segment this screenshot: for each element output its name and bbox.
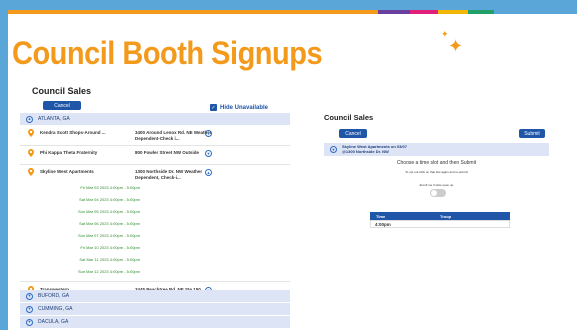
divider <box>20 145 290 146</box>
map-pin-icon <box>28 129 34 137</box>
booth-line-2: @1300 Northside Dr. NW <box>342 148 389 154</box>
divider <box>20 164 290 165</box>
column-header-troop: Troop <box>440 213 452 219</box>
time-slot[interactable]: Sun Mar 12 2023 4:00pm - 5:00pm <box>60 269 140 274</box>
city-label: BUFORD, GA <box>38 293 70 299</box>
location-address: 800 Fowler Street NW Outside <box>135 150 200 155</box>
chevron-up-icon[interactable]: ▲ <box>205 169 212 176</box>
opt-out-instructions: To opt out click on that slot again and … <box>405 170 468 174</box>
hide-unavailable-toggle[interactable]: ✓ Hide Unavailable <box>210 104 268 111</box>
location-name: Phi Kappa Theta Fraternity <box>40 150 98 155</box>
divider <box>20 281 290 282</box>
chevron-down-icon: ▼ <box>26 292 33 300</box>
table-header: Time Troop <box>370 212 510 220</box>
cancel-button[interactable]: Cancel <box>339 129 367 138</box>
top-color-bar <box>8 10 577 14</box>
cancel-button[interactable]: Cancel <box>43 101 81 110</box>
left-heading: Council Sales <box>32 86 92 96</box>
chevron-down-icon: ▼ <box>26 318 33 326</box>
city-label: ATLANTA, GA <box>38 116 70 122</box>
location-name: Skyline West Apartments <box>40 169 94 174</box>
table-row[interactable]: 4:00pm <box>370 220 510 228</box>
city-label: CUMMING, GA <box>38 306 73 312</box>
choose-instructions: Choose a time slot and then Submit <box>396 160 477 166</box>
chevron-up-icon: ▲ <box>26 115 33 123</box>
hide-unavailable-label: Hide Unavailable <box>220 104 269 111</box>
time-slot[interactable]: Sun Mar 05 2023 4:00pm - 5:00pm <box>60 209 140 214</box>
city-row-buford[interactable]: ▼ BUFORD, GA <box>20 290 290 302</box>
time-slot[interactable]: Sat Mar 06 2023 4:00pm - 5:00pm <box>60 221 140 226</box>
toggle-knob <box>431 190 437 196</box>
time-slot[interactable]: Sat Mar 04 2023 4:00pm - 5:00pm <box>60 197 140 202</box>
booth-summary-bar: ▼ Skyline West Apartments on 03/07 @1300… <box>324 143 549 156</box>
page-title: Council Booth Signups <box>12 36 323 72</box>
time-slot[interactable]: Fri Mar 03 2023 4:00pm - 5:00pm <box>60 185 140 190</box>
city-row-atlanta[interactable]: ▲ ATLANTA, GA <box>20 113 290 125</box>
chevron-down-icon[interactable]: ▼ <box>205 150 212 157</box>
submit-button[interactable]: Submit <box>519 129 545 138</box>
list-item[interactable]: Kendra Scott Shops-Around ... 3400 Aroun… <box>20 129 290 149</box>
column-header-time: Time <box>376 213 386 219</box>
time-slot[interactable]: Sun Mar 07 2023 4:00pm - 5:00pm <box>60 233 140 238</box>
city-label: DACULA, GA <box>38 319 69 325</box>
map-pin-icon <box>28 149 34 157</box>
city-row-cumming[interactable]: ▼ CUMMING, GA <box>20 303 290 315</box>
location-address: 1300 Northside Dr. NW Weather Dependent,… <box>135 169 203 180</box>
sparkle-icon: ✦ <box>448 36 464 56</box>
city-row-dacula[interactable]: ▼ DACULA, GA <box>20 316 290 328</box>
map-pin-icon <box>28 168 34 176</box>
right-heading: Council Sales <box>324 113 374 122</box>
enroll-toggle[interactable] <box>430 189 446 197</box>
chevron-down-icon[interactable]: ▼ <box>205 130 212 137</box>
list-item[interactable]: Phi Kappa Theta Fraternity 800 Fowler St… <box>20 149 290 169</box>
location-address: 3400 Around Lenox Rd. NE Weather Depende… <box>135 130 212 141</box>
toggle-label: Enroll me if slots open up <box>419 183 454 187</box>
time-slot[interactable]: Fri Mar 10 2023 4:00pm - 5:00pm <box>60 245 140 250</box>
time-cell: 4:00pm <box>375 221 391 227</box>
time-slot[interactable]: Sat Mar 11 2023 4:00pm - 5:00pm <box>60 257 140 262</box>
slot-table: Time Troop 4:00pm <box>370 212 510 228</box>
chevron-down-icon: ▼ <box>26 305 33 313</box>
location-name: Kendra Scott Shops-Around ... <box>40 130 106 135</box>
checkbox-icon[interactable]: ✓ <box>210 104 217 111</box>
chevron-down-icon[interactable]: ▼ <box>330 146 337 153</box>
